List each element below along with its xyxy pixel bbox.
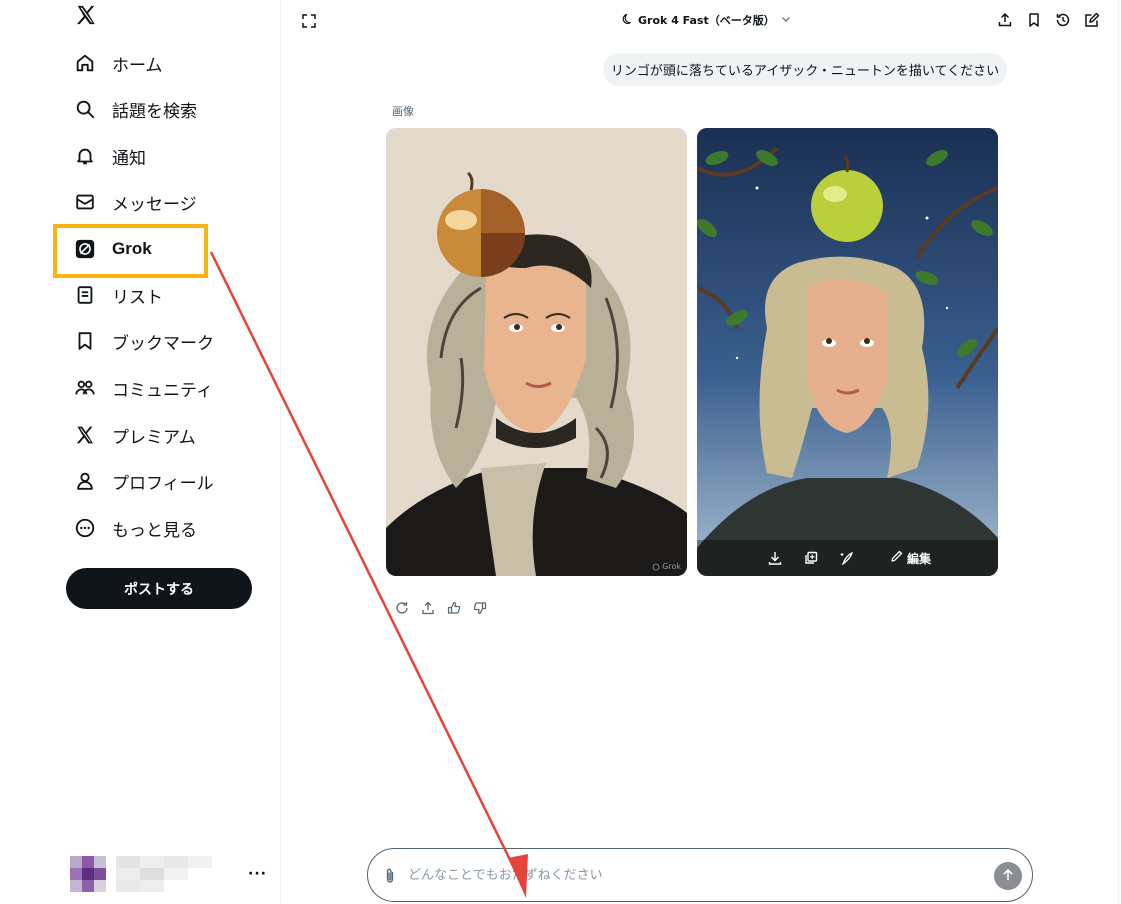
sidebar-item-lists[interactable]: リスト (74, 275, 163, 315)
account-more-button[interactable]: ··· (248, 866, 267, 882)
model-label: Grok 4 Fast（ベータ版） (638, 14, 775, 27)
sidebar-item-bookmarks[interactable]: ブックマーク (74, 321, 214, 361)
sidebar-item-more[interactable]: もっと見る (74, 508, 197, 548)
images-label: 画像 (392, 105, 414, 118)
sidebar-item-label: プレミアム (112, 427, 196, 448)
grok-highlight-box (53, 224, 208, 278)
list-icon (74, 284, 96, 306)
pencil-icon (890, 550, 903, 566)
watermark-label: Grok (662, 562, 681, 571)
sidebar-item-communities[interactable]: コミュニティ (74, 368, 213, 408)
history-icon[interactable] (1055, 12, 1071, 28)
animate-icon[interactable] (836, 547, 858, 569)
divider (1118, 0, 1119, 904)
download-icon[interactable] (764, 547, 786, 569)
sidebar-item-explore[interactable]: 話題を検索 (74, 89, 197, 129)
bookmark-icon (74, 330, 96, 352)
home-icon (74, 52, 96, 74)
chevron-down-icon (781, 14, 791, 27)
sidebar-item-home[interactable]: ホーム (74, 43, 163, 83)
model-selector[interactable]: Grok 4 Fast（ベータ版） (622, 11, 791, 29)
share-icon[interactable] (997, 12, 1013, 28)
edit-image-button[interactable]: 編集 (890, 550, 931, 567)
newton-painting-image (697, 128, 998, 576)
send-button[interactable] (994, 862, 1022, 890)
sidebar-item-label: メッセージ (112, 194, 197, 215)
sidebar-item-label: コミュニティ (112, 380, 213, 401)
bell-icon (74, 145, 96, 167)
image-toolbar: 編集 (697, 540, 998, 576)
thumbs-down-icon[interactable] (472, 600, 488, 616)
chat-composer (367, 848, 1033, 902)
generated-image-painting[interactable]: 編集 (697, 128, 998, 576)
expand-icon[interactable] (301, 13, 317, 29)
response-actions (394, 600, 488, 616)
community-icon (74, 377, 96, 399)
sidebar-item-label: もっと見る (112, 520, 197, 541)
paperclip-icon[interactable] (382, 867, 398, 885)
sidebar-item-label: 通知 (112, 148, 146, 169)
sidebar-item-profile[interactable]: プロフィール (74, 461, 214, 501)
sidebar: ホーム 話題を検索 通知 メッセージ Grok リスト ブックマーク コミュニテ… (0, 0, 281, 904)
more-circle-icon (74, 517, 96, 539)
bookmark-icon[interactable] (1026, 12, 1042, 28)
sidebar-item-label: ホーム (112, 55, 163, 76)
chat-input[interactable] (408, 861, 968, 889)
post-button[interactable]: ポストする (66, 568, 252, 609)
arrow-up-icon (1001, 868, 1015, 885)
sidebar-item-label: リスト (112, 287, 163, 308)
thumbs-up-icon[interactable] (446, 600, 462, 616)
grok-watermark: Grok (652, 562, 681, 571)
person-icon (74, 470, 96, 492)
account-switcher[interactable] (70, 856, 215, 892)
regenerate-icon[interactable] (394, 600, 410, 616)
sidebar-item-premium[interactable]: プレミアム (74, 415, 196, 455)
sidebar-item-label: ブックマーク (112, 333, 214, 354)
envelope-icon (74, 191, 96, 213)
search-icon (74, 98, 96, 120)
sidebar-item-notifications[interactable]: 通知 (74, 136, 146, 176)
x-logo-icon (74, 424, 96, 446)
new-chat-icon[interactable] (1084, 12, 1100, 28)
share-icon[interactable] (420, 600, 436, 616)
sidebar-item-messages[interactable]: メッセージ (74, 182, 197, 222)
newton-illustration-image (386, 128, 687, 576)
x-logo-icon[interactable] (75, 4, 97, 26)
sidebar-item-label: 話題を検索 (112, 101, 197, 122)
user-message-bubble: リンゴが頭に落ちているアイザック・ニュートンを描いてください (603, 53, 1007, 86)
moon-icon (622, 13, 634, 28)
generated-image-illustration[interactable]: Grok (386, 128, 687, 576)
copy-image-icon[interactable] (800, 547, 822, 569)
edit-label: 編集 (906, 551, 931, 566)
sidebar-item-label: プロフィール (112, 473, 214, 494)
